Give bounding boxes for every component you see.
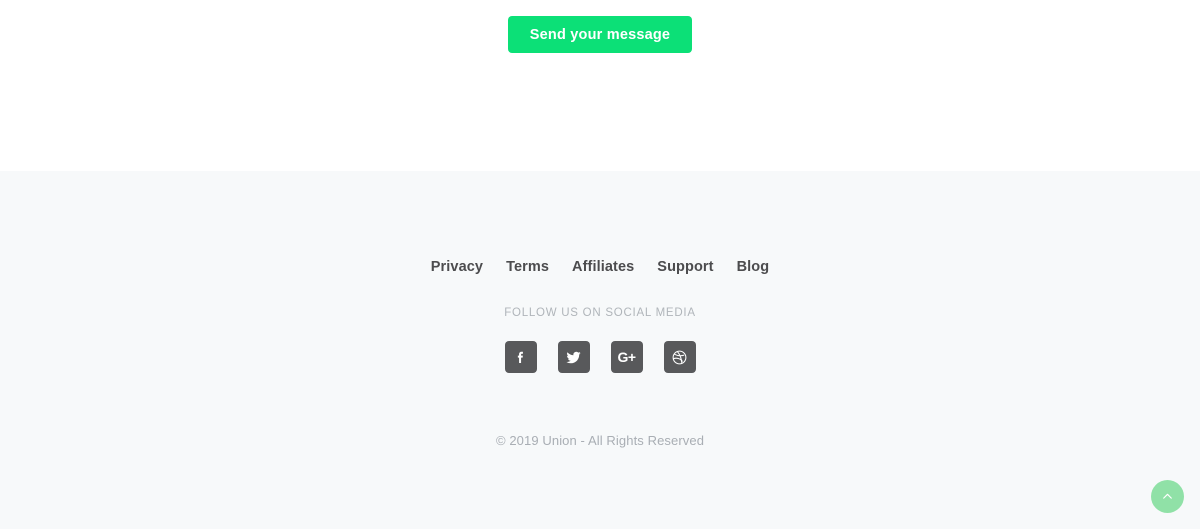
footer-link-support[interactable]: Support [657, 259, 713, 275]
twitter-icon [565, 349, 582, 366]
social-link-facebook[interactable] [504, 341, 537, 373]
footer-link-privacy[interactable]: Privacy [431, 259, 483, 275]
scroll-to-top-button[interactable] [1151, 480, 1184, 513]
site-footer: Privacy Terms Affiliates Support Blog FO… [0, 171, 1200, 529]
social-link-dribbble[interactable] [663, 341, 696, 373]
facebook-icon [513, 349, 529, 365]
follow-us-label: FOLLOW US ON SOCIAL MEDIA [504, 307, 696, 319]
social-links-row: G+ [0, 341, 1200, 373]
page-root: Send your message Privacy Terms Affiliat… [0, 0, 1200, 529]
copyright-text: © 2019 Union - All Rights Reserved [495, 433, 705, 448]
social-link-twitter[interactable] [557, 341, 590, 373]
cta-container: Send your message [0, 16, 1200, 53]
footer-link-terms[interactable]: Terms [506, 259, 549, 275]
top-white-section: Send your message [0, 0, 1200, 171]
social-link-google-plus[interactable]: G+ [610, 341, 643, 373]
dribbble-icon [671, 349, 688, 366]
google-plus-icon: G+ [617, 349, 636, 365]
send-your-message-button[interactable]: Send your message [507, 16, 693, 53]
footer-link-affiliates[interactable]: Affiliates [572, 259, 634, 275]
chevron-up-icon [1161, 490, 1174, 503]
footer-nav: Privacy Terms Affiliates Support Blog [0, 259, 1200, 275]
footer-link-blog[interactable]: Blog [737, 259, 770, 275]
